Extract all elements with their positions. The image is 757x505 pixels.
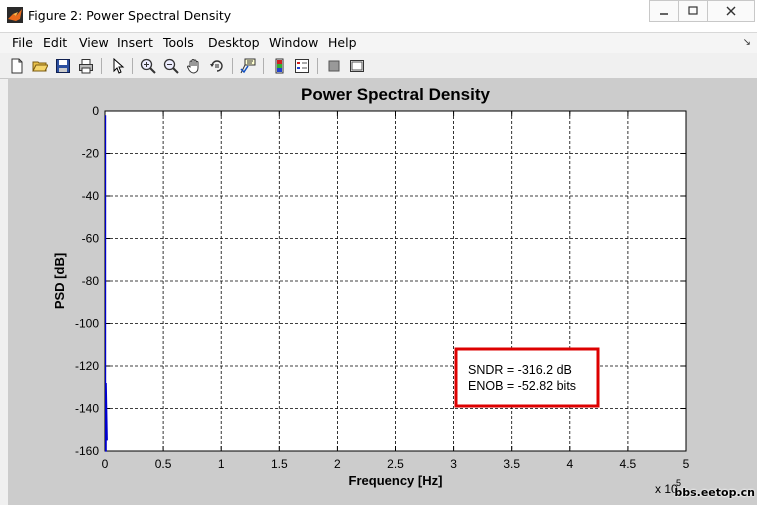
pan-icon[interactable]	[184, 56, 204, 76]
enob-annotation: ENOB = -52.82 bits	[468, 379, 576, 393]
figure-canvas: 0 0.5 1 1.5 2 2.5 3 3.5 4 4.5 5 0 -20 -40 -60 -80 -100 -1…	[8, 78, 757, 505]
menu-window[interactable]: Window	[269, 35, 318, 50]
y-tick-label: -120	[75, 359, 99, 373]
sndr-annotation: SNDR = -316.2 dB	[468, 363, 572, 377]
menu-bar: File Edit View Insert Tools Desktop Wind…	[0, 33, 757, 53]
y-tick-label: -60	[82, 232, 100, 246]
show-plot-tools-icon[interactable]	[347, 56, 367, 76]
y-axis-label: PSD [dB]	[52, 253, 67, 309]
x-tick-label: 0	[102, 457, 109, 471]
zoom-in-icon[interactable]	[138, 56, 158, 76]
dock-arrow-icon[interactable]: ↘	[743, 37, 751, 48]
new-figure-icon[interactable]	[7, 56, 27, 76]
x-tick-label: 3.5	[503, 457, 520, 471]
figure-toolbar	[0, 54, 757, 79]
y-tick-label: -140	[75, 402, 99, 416]
y-tick-label: -20	[82, 147, 100, 161]
y-tick-label: -100	[75, 317, 99, 331]
x-tick-label: 5	[683, 457, 690, 471]
rotate-icon[interactable]	[207, 56, 227, 76]
legend-icon[interactable]	[292, 56, 312, 76]
minimize-icon[interactable]	[649, 0, 679, 22]
y-tick-label: -80	[82, 274, 100, 288]
x-tick-label: 4.5	[620, 457, 637, 471]
menu-desktop[interactable]: Desktop	[208, 35, 260, 50]
close-icon[interactable]	[707, 0, 755, 22]
open-file-icon[interactable]	[30, 56, 50, 76]
x-tick-label: 4	[566, 457, 573, 471]
x-tick-label: 1	[218, 457, 225, 471]
menu-view[interactable]: View	[79, 35, 109, 50]
annotation-box	[454, 347, 600, 408]
menu-help[interactable]: Help	[328, 35, 357, 50]
x-tick-label: 2.5	[387, 457, 404, 471]
pointer-icon[interactable]	[108, 56, 128, 76]
y-tick-label: 0	[92, 104, 99, 118]
y-tick-label: -40	[82, 189, 100, 203]
menu-tools[interactable]: Tools	[163, 35, 194, 50]
menu-insert[interactable]: Insert	[117, 35, 153, 50]
colorbar-icon[interactable]	[270, 56, 290, 76]
psd-chart[interactable]: 0 0.5 1 1.5 2 2.5 3 3.5 4 4.5 5 0 -20 -40 -60 -80 -100 -1…	[8, 78, 757, 505]
maximize-icon[interactable]	[678, 0, 708, 22]
zoom-out-icon[interactable]	[161, 56, 181, 76]
data-cursor-icon[interactable]	[238, 56, 258, 76]
matlab-logo-icon	[7, 7, 23, 23]
figure-window: Figure 2: Power Spectral Density File Ed…	[0, 0, 757, 505]
menu-file[interactable]: File	[12, 35, 33, 50]
x-axis-label: Frequency [Hz]	[349, 473, 443, 488]
y-tick-label: -160	[75, 444, 99, 458]
menu-edit[interactable]: Edit	[43, 35, 67, 50]
window-title: Figure 2: Power Spectral Density	[28, 8, 232, 23]
hide-plot-tools-icon[interactable]	[324, 56, 344, 76]
print-icon[interactable]	[76, 56, 96, 76]
watermark-text: bbs.eetop.cn	[674, 486, 755, 499]
chart-title: Power Spectral Density	[301, 85, 491, 104]
x-tick-label: 0.5	[155, 457, 172, 471]
x-tick-label: 2	[334, 457, 341, 471]
save-icon[interactable]	[53, 56, 73, 76]
x-tick-label: 1.5	[271, 457, 288, 471]
x-tick-label: 3	[450, 457, 457, 471]
title-bar[interactable]: Figure 2: Power Spectral Density	[0, 0, 757, 33]
